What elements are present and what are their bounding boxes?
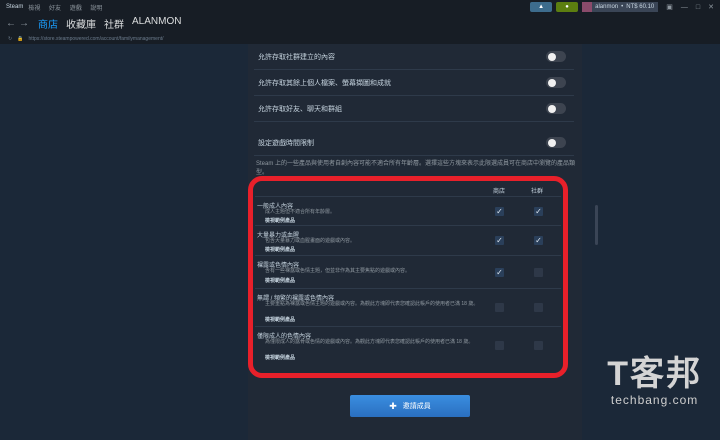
store-checkbox[interactable]: ✓: [495, 268, 504, 277]
invite-member-button[interactable]: ✚ 邀請成員: [350, 395, 470, 417]
bell-icon: ●: [565, 4, 569, 10]
watermark-logo: T客邦: [607, 355, 702, 393]
close-icon[interactable]: ✕: [708, 3, 714, 11]
watermark: T客邦 techbang.com: [607, 355, 702, 407]
category-description: 主要重點為裸露或色情主題的遊戲或內容。為觀此方塊即代表您確認此帳戶的使用者已滿 …: [265, 301, 479, 307]
store-checkbox[interactable]: ✓: [495, 207, 504, 216]
store-checkbox[interactable]: ✓: [495, 236, 504, 245]
main-menu: 檢視 好友 遊戲 說明: [28, 3, 109, 12]
category-description: 包含大量暴力或血腥畫面的遊戲或內容。: [265, 238, 356, 244]
example-link[interactable]: 檢視範例產品: [265, 354, 295, 361]
community-checkbox[interactable]: ✓: [534, 236, 543, 245]
user-menu[interactable]: alanmon • NT$ 60.10: [582, 2, 659, 12]
separator: •: [621, 4, 624, 10]
category-description: 含有一些裸露或色情主題，但並非作為其主要焦點的遊戲或內容。: [265, 268, 411, 274]
toggle-label: 允許存取其餘上個人檔案、螢幕擷圖和成就: [258, 79, 391, 87]
toggle-row-playtime: 設定遊戲時間限制: [254, 130, 574, 156]
toggle-switch[interactable]: [546, 77, 566, 88]
content-filter-table: 商店 社群 一般成人內容 成人主題但不適合所有年齡層。 檢視範例產品 ✓ ✓ 大…: [255, 183, 561, 371]
megaphone-icon: ▲: [538, 4, 545, 10]
example-link[interactable]: 檢視範例產品: [265, 277, 295, 284]
announcement-button[interactable]: ▲: [530, 2, 553, 12]
store-checkbox[interactable]: [495, 303, 504, 312]
toggle-switch[interactable]: [546, 51, 566, 62]
column-store: 商店: [493, 189, 506, 195]
menu-item-help[interactable]: 說明: [90, 6, 102, 12]
toggle-switch[interactable]: [546, 137, 566, 148]
watermark-url: techbang.com: [610, 393, 699, 407]
invite-member-label: 邀請成員: [402, 403, 431, 410]
table-header: 商店 社群: [255, 183, 561, 197]
toggle-label: 設定遊戲時間限制: [258, 139, 314, 147]
notification-button[interactable]: ●: [556, 2, 579, 12]
steam-logo[interactable]: Steam: [6, 4, 23, 10]
table-row: 裸露或色情內容 含有一些裸露或色情主題，但並非作為其主要焦點的遊戲或內容。 檢視…: [255, 256, 561, 289]
monitor-icon[interactable]: ▣: [666, 3, 673, 11]
tab-profile[interactable]: ALANMON: [132, 16, 181, 31]
url-bar: ↻ 🔒 https://store.steampowered.com/accou…: [0, 33, 720, 44]
maximize-icon[interactable]: □: [696, 4, 700, 11]
lock-icon: 🔒: [17, 35, 24, 42]
table-row: 無謂 / 頻繁的裸露或色情內容 主要重點為裸露或色情主題的遊戲或內容。為觀此方塊…: [255, 289, 561, 327]
community-checkbox[interactable]: [534, 303, 543, 312]
toggle-row-profile: 允許存取其餘上個人檔案、螢幕擷圖和成就: [254, 70, 574, 96]
user-name: alanmon: [595, 4, 619, 10]
menu-item-games[interactable]: 遊戲: [70, 6, 82, 12]
wallet-balance: NT$ 60.10: [626, 4, 655, 10]
tab-library[interactable]: 收藏庫: [66, 16, 96, 31]
back-arrow-icon[interactable]: ←: [6, 18, 19, 29]
title-bar: Steam 檢視 好友 遊戲 說明 ▲ ● alanmon • NT$ 60.1…: [0, 0, 720, 14]
tab-community[interactable]: 社群: [104, 16, 124, 31]
example-link[interactable]: 檢視範例產品: [265, 246, 295, 253]
nav-bar: ←→ 商店 收藏庫 社群 ALANMON: [0, 14, 720, 33]
scrollbar[interactable]: [595, 205, 598, 245]
url-text[interactable]: https://store.steampowered.com/account/f…: [28, 36, 163, 42]
community-checkbox[interactable]: ✓: [534, 207, 543, 216]
example-link[interactable]: 檢視範例產品: [265, 217, 295, 224]
table-row: 僅限成人的色情內容 為僅限成人的露骨或色情的遊戲或內容。為觀此方塊即代表您確認此…: [255, 327, 561, 365]
refresh-icon[interactable]: ↻: [8, 36, 12, 42]
toggle-row-friends: 允許存取好友、聊天和群組: [254, 96, 574, 122]
tab-store[interactable]: 商店: [38, 16, 58, 31]
store-checkbox[interactable]: [495, 341, 504, 350]
community-checkbox[interactable]: [534, 268, 543, 277]
minimize-icon[interactable]: —: [681, 4, 688, 11]
nav-tabs: 商店 收藏庫 社群 ALANMON: [38, 16, 181, 31]
add-user-icon: ✚: [389, 400, 397, 411]
menu-item-view[interactable]: 檢視: [28, 6, 40, 12]
example-link[interactable]: 檢視範例產品: [265, 316, 295, 323]
menu-item-friends[interactable]: 好友: [49, 6, 61, 12]
forward-arrow-icon[interactable]: →: [19, 18, 32, 29]
toggle-switch[interactable]: [546, 103, 566, 114]
toggle-label: 允許存取社群建立的內容: [258, 53, 335, 61]
community-checkbox[interactable]: [534, 341, 543, 350]
toggle-row-community-content: 允許存取社群建立的內容: [254, 44, 574, 70]
nav-arrows: ←→: [6, 18, 32, 29]
titlebar-right: ▲ ● alanmon • NT$ 60.10 ▣ — □ ✕: [530, 2, 714, 12]
category-description: 成人主題但不適合所有年齡層。: [265, 209, 336, 215]
column-community: 社群: [531, 189, 544, 195]
table-row: 大量暴力或血腥 包含大量暴力或血腥畫面的遊戲或內容。 檢視範例產品 ✓ ✓: [255, 226, 561, 256]
table-row: 一般成人內容 成人主題但不適合所有年齡層。 檢視範例產品 ✓ ✓: [255, 197, 561, 226]
avatar: [582, 2, 593, 12]
category-description: 為僅限成人的露骨或色情的遊戲或內容。為觀此方塊即代表您確認此帳戶的使用者已滿 1…: [265, 339, 474, 345]
toggle-label: 允許存取好友、聊天和群組: [258, 105, 342, 113]
